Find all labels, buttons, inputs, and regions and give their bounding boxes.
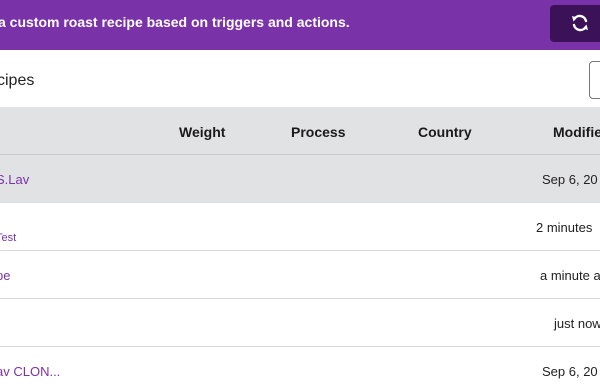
- banner-text: a custom roast recipe based on triggers …: [0, 14, 350, 30]
- column-header-modified[interactable]: Modifie: [553, 124, 600, 140]
- table-row[interactable]: just now: [0, 299, 600, 347]
- column-header-weight[interactable]: Weight: [179, 124, 225, 140]
- modified-cell: Sep 6, 20: [542, 172, 598, 187]
- sync-icon: [572, 14, 588, 32]
- page: a custom roast recipe based on triggers …: [0, 0, 600, 388]
- sync-button[interactable]: [550, 5, 600, 42]
- table-header: Weight Process Country Modifie: [0, 107, 600, 155]
- column-header-process[interactable]: Process: [291, 124, 345, 140]
- recipe-sub-link[interactable]: Test: [0, 232, 16, 244]
- top-right-button[interactable]: [589, 61, 600, 99]
- table-row[interactable]: av CLON... Sep 6, 20: [0, 347, 600, 388]
- modified-cell: a minute a: [540, 268, 600, 283]
- page-title: cipes: [0, 72, 35, 89]
- table-row[interactable]: S.Lav Sep 6, 20: [0, 155, 600, 203]
- modified-cell: Sep 6, 20: [542, 364, 598, 379]
- recipe-name-link[interactable]: av CLON...: [0, 364, 60, 379]
- table-row[interactable]: pe a minute a: [0, 251, 600, 299]
- modified-cell: 2 minutes: [536, 220, 593, 235]
- info-banner: a custom roast recipe based on triggers …: [0, 0, 600, 50]
- modified-cell: just now: [554, 316, 600, 331]
- recipe-name-link[interactable]: pe: [0, 268, 10, 283]
- table-row[interactable]: Test 2 minutes: [0, 203, 600, 251]
- recipe-name-link[interactable]: S.Lav: [0, 172, 29, 187]
- column-header-country[interactable]: Country: [418, 124, 472, 140]
